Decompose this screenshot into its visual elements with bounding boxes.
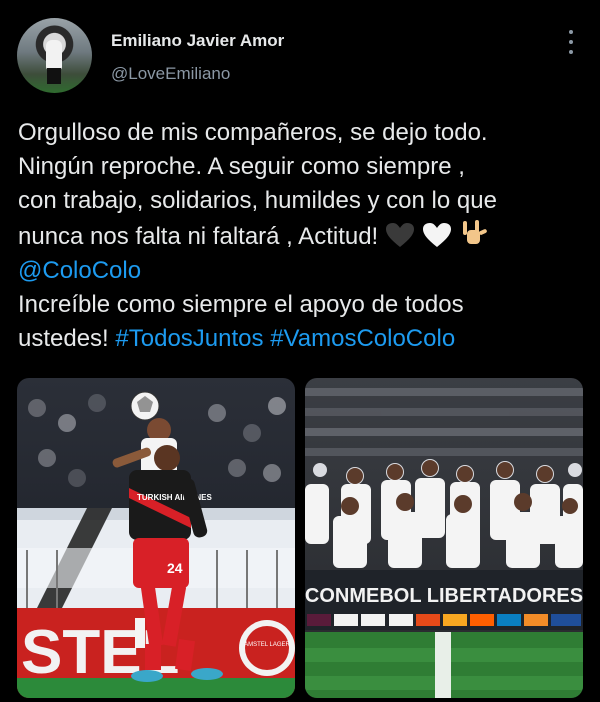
tweet-line-3: con trabajo, solidarios, humildes y con … [18, 187, 497, 214]
tweet-line-7-prefix: ustedes! [18, 325, 109, 352]
user-handle[interactable]: @LoveEmiliano [111, 64, 230, 84]
banner-title: CONMEBOL LIBERTADORES [305, 585, 583, 607]
sponsor-strip [307, 614, 581, 626]
tweet-line-1: Orgulloso de mis compañeros, se dejo tod… [18, 119, 488, 146]
team-lineup-image: CONMEBOL LIBERTADORES [305, 378, 583, 698]
avatar[interactable] [17, 18, 92, 93]
badge-text: AMSTEL LAGER [244, 642, 290, 648]
avatar-player-figure [46, 40, 62, 70]
tweet-line-7: ustedes! #TodosJuntos #VamosColoColo [18, 322, 588, 356]
tweet: Emiliano Javier Amor @LoveEmiliano Orgul… [0, 0, 600, 702]
jersey-number: 24 [167, 560, 183, 576]
love-you-gesture-icon [463, 220, 488, 244]
white-heart-icon [422, 223, 451, 247]
match-action-image: STEL AMSTEL LAGER TURKISH AIRLINES 24 [17, 378, 295, 698]
hashtag-todosjuntos[interactable]: #TodosJuntos [115, 325, 263, 352]
tweet-text: Orgulloso de mis compañeros, se dejo tod… [18, 116, 588, 356]
jersey-sponsor-text: TURKISH AIRLINES [137, 493, 212, 502]
media-photo-team-lineup[interactable]: CONMEBOL LIBERTADORES [305, 378, 583, 698]
more-options-icon[interactable] [562, 30, 580, 54]
tweet-line-6: Increíble como siempre el apoyo de todos [18, 291, 464, 318]
tweet-line-4: nunca nos falta ni faltará , Actitud! [18, 218, 588, 254]
display-name[interactable]: Emiliano Javier Amor [111, 31, 284, 51]
avatar-player-shorts [47, 68, 61, 84]
tweet-line-4-text: nunca nos falta ni faltará , Actitud! [18, 223, 379, 250]
tweet-line-5: @ColoColo [18, 254, 588, 288]
media-photo-match-action[interactable]: STEL AMSTEL LAGER TURKISH AIRLINES 24 [17, 378, 295, 698]
black-heart-icon [385, 223, 414, 247]
tweet-line-2: Ningún reproche. A seguir como siempre , [18, 153, 465, 180]
hashtag-vamoscolocolo[interactable]: #VamosColoColo [270, 325, 455, 352]
mention-colocolo[interactable]: @ColoColo [18, 257, 141, 284]
